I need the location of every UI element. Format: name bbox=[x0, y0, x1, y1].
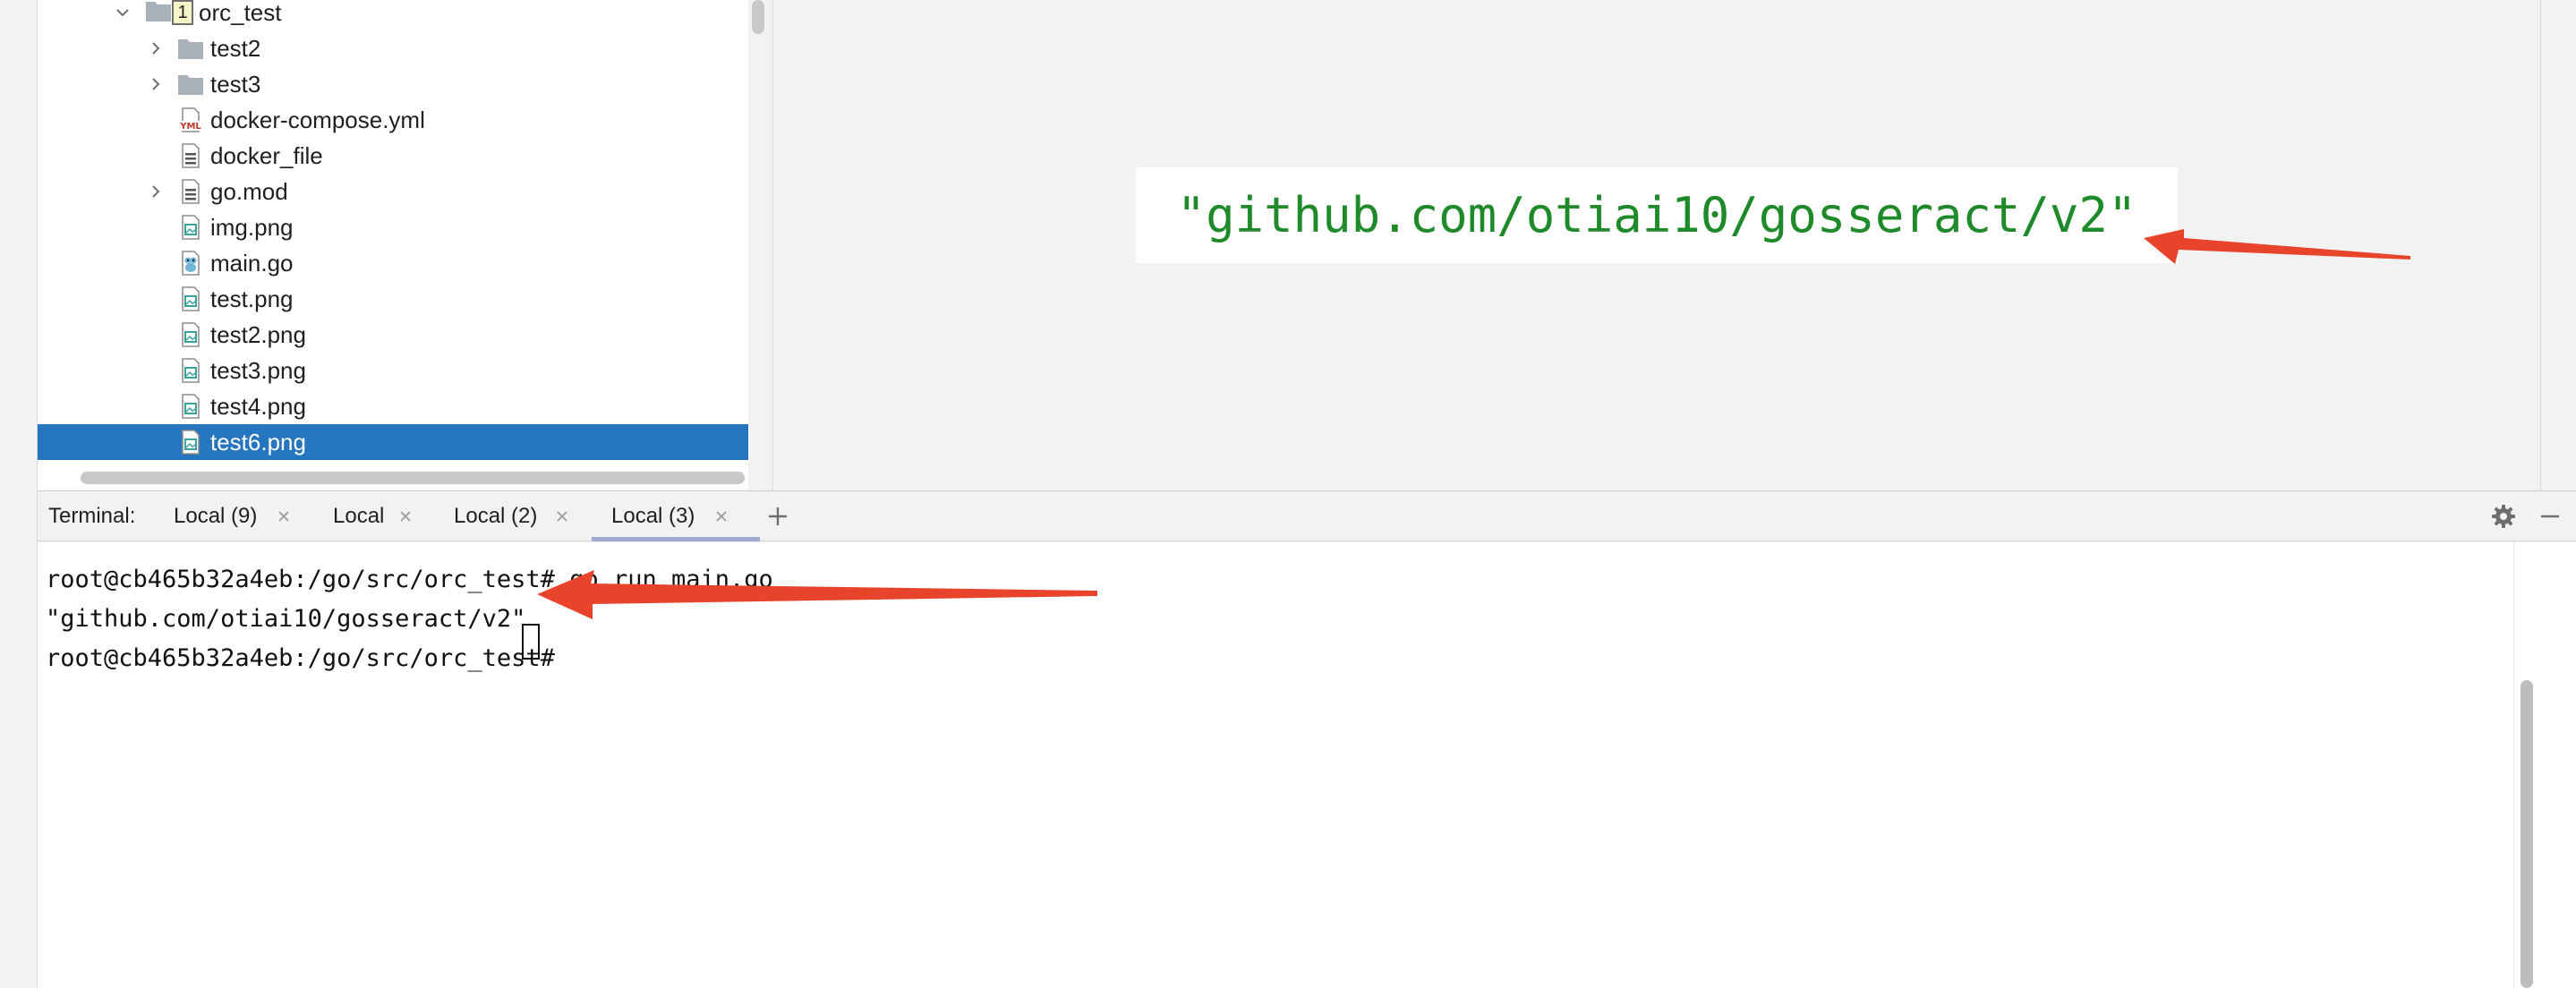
tab-label: Local (2) bbox=[454, 504, 538, 528]
folder-icon bbox=[178, 75, 203, 95]
yaml-file-icon: YML bbox=[177, 107, 204, 132]
tree-item-label: docker-compose.yml bbox=[210, 106, 425, 133]
text-file-icon bbox=[182, 179, 200, 204]
chevron-right-icon[interactable] bbox=[145, 38, 166, 59]
svg-text:YML: YML bbox=[179, 122, 201, 132]
tree-item-label: img.png bbox=[210, 214, 294, 241]
tree-row-folder[interactable]: test3 bbox=[38, 66, 748, 102]
tree-item-label: main.go bbox=[210, 250, 294, 277]
project-tree: 1 orc_test test2 test3 YML docker-compos… bbox=[38, 0, 748, 490]
tab-label: Local (9) bbox=[174, 504, 258, 528]
tree-root-label: orc_test bbox=[199, 0, 282, 26]
chevron-down-icon[interactable] bbox=[112, 2, 133, 23]
gear-icon[interactable] bbox=[2490, 503, 2517, 530]
tab-local-3[interactable]: Local (3) bbox=[592, 491, 760, 541]
tree-row-file[interactable]: test2.png bbox=[38, 317, 748, 353]
terminal-output[interactable]: root@cb465b32a4eb:/go/src/orc_test# go r… bbox=[38, 542, 2576, 988]
tab-local[interactable]: Local bbox=[333, 491, 422, 541]
tree-row-root[interactable]: 1 orc_test bbox=[38, 0, 748, 30]
terminal-caption: Terminal: bbox=[48, 504, 136, 528]
tree-item-label: test6.png bbox=[210, 429, 306, 456]
tree-item-label: test2 bbox=[210, 35, 261, 62]
image-file-icon bbox=[182, 322, 200, 347]
preview-code-text: "github.com/otiai10/gosseract/v2" bbox=[1176, 187, 2137, 243]
tree-item-label: test3 bbox=[210, 71, 261, 98]
go-file-icon bbox=[182, 251, 200, 276]
tree-item-label: test2.png bbox=[210, 321, 306, 348]
tab-label: Local bbox=[333, 504, 385, 528]
tree-item-label: go.mod bbox=[210, 178, 288, 205]
active-tab-indicator bbox=[592, 537, 760, 541]
tree-item-label: test4.png bbox=[210, 393, 306, 420]
minimize-icon[interactable] bbox=[2537, 503, 2563, 530]
terminal-line: "github.com/otiai10/gosseract/v2" bbox=[46, 605, 526, 633]
tree-item-label: test3.png bbox=[210, 357, 306, 384]
tree-item-label: test.png bbox=[210, 285, 294, 312]
tree-row-file-selected[interactable]: test6.png bbox=[38, 424, 748, 460]
bookmark-badge: 1 bbox=[172, 0, 193, 25]
tree-row-file[interactable]: test4.png bbox=[38, 388, 748, 424]
horizontal-scrollbar[interactable] bbox=[81, 472, 745, 484]
tree-item-label: docker_file bbox=[210, 142, 323, 169]
tree-row-file[interactable]: go.mod bbox=[38, 174, 748, 209]
text-file-icon bbox=[182, 143, 200, 168]
tree-row-file[interactable]: img.png bbox=[38, 209, 748, 245]
tree-row-file[interactable]: test3.png bbox=[38, 353, 748, 388]
tree-row-file[interactable]: test.png bbox=[38, 281, 748, 317]
terminal-scrollbar[interactable] bbox=[2521, 680, 2533, 988]
terminal-line: root@cb465b32a4eb:/go/src/orc_test# bbox=[46, 644, 570, 672]
tree-row-file[interactable]: docker_file bbox=[38, 138, 748, 174]
close-icon[interactable] bbox=[276, 508, 292, 524]
close-icon[interactable] bbox=[397, 508, 414, 524]
chevron-right-icon[interactable] bbox=[145, 73, 166, 95]
plus-icon[interactable] bbox=[765, 504, 790, 529]
terminal-tab-bar: Terminal: Local (9) Local Local (2) Loca… bbox=[38, 491, 2576, 541]
image-file-icon bbox=[182, 215, 200, 240]
terminal-cursor bbox=[522, 624, 540, 660]
terminal-line: root@cb465b32a4eb:/go/src/orc_test# go r… bbox=[46, 566, 773, 593]
close-icon[interactable] bbox=[554, 508, 570, 524]
folder-icon bbox=[178, 39, 203, 59]
tab-local-2[interactable]: Local (2) bbox=[454, 491, 588, 541]
image-file-icon bbox=[182, 358, 200, 383]
image-file-icon bbox=[182, 286, 200, 311]
preview-border bbox=[2540, 0, 2541, 490]
vertical-scrollbar[interactable] bbox=[752, 0, 764, 34]
folder-icon bbox=[146, 2, 171, 21]
image-file-icon bbox=[182, 394, 200, 419]
image-file-icon bbox=[182, 430, 200, 455]
tab-local-9[interactable]: Local (9) bbox=[174, 491, 308, 541]
chevron-right-icon[interactable] bbox=[145, 181, 166, 202]
tab-label: Local (3) bbox=[611, 504, 695, 528]
left-tool-gutter bbox=[0, 0, 38, 988]
tree-row-file[interactable]: YML docker-compose.yml bbox=[38, 102, 748, 138]
tree-row-file[interactable]: main.go bbox=[38, 245, 748, 281]
tree-row-folder[interactable]: test2 bbox=[38, 30, 748, 66]
close-icon[interactable] bbox=[713, 508, 729, 524]
